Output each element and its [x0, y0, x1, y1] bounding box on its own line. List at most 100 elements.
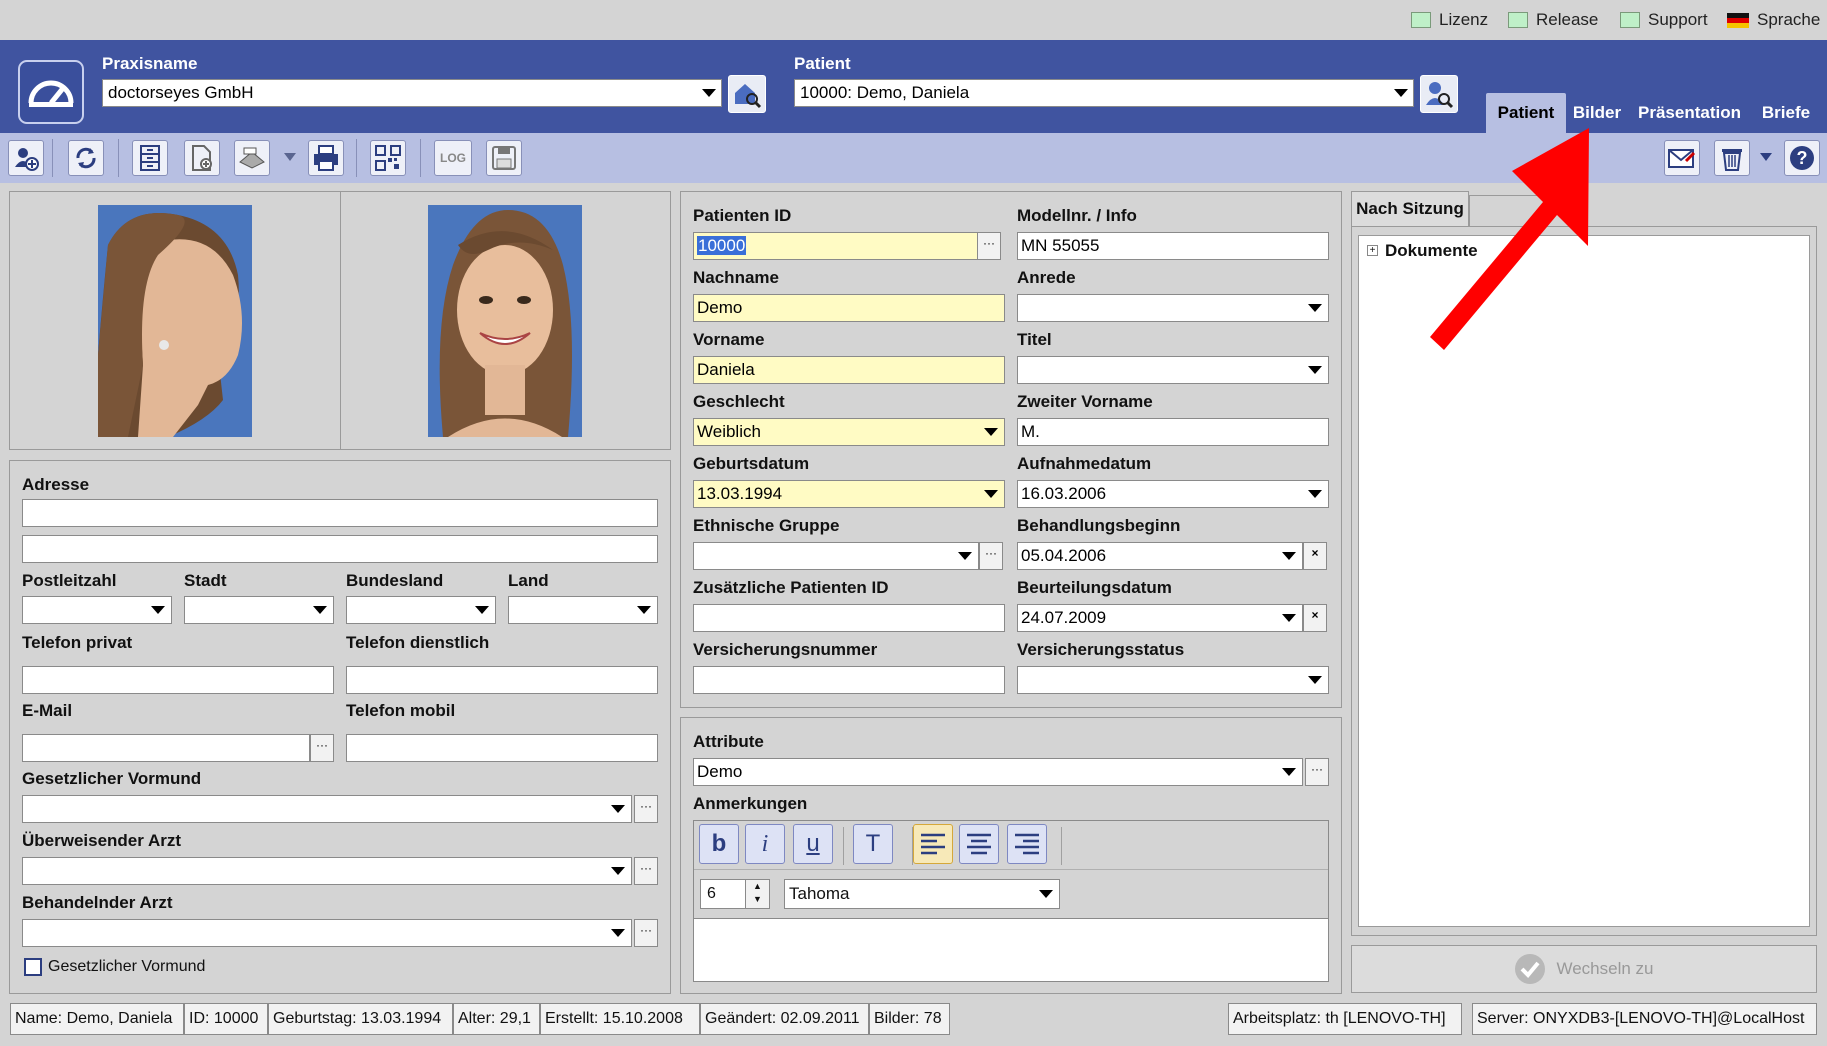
guardian-checkbox[interactable] — [24, 958, 42, 976]
practice-name-label: Praxisname — [102, 54, 198, 73]
font-size-spinner[interactable]: 6 ▲ ▼ — [700, 879, 770, 909]
refresh-icon — [76, 147, 96, 169]
trash-button[interactable] — [1714, 140, 1750, 176]
language-link[interactable]: Sprache — [1727, 9, 1820, 31]
assessment-date-picker[interactable]: 24.07.2009 — [1017, 604, 1303, 632]
treatment-start-picker[interactable]: 05.04.2006 — [1017, 542, 1303, 570]
patient-form-panel: Patienten ID 10000 ··· Modellnr. / Info … — [680, 191, 1342, 708]
patient-select[interactable]: 10000: Demo, Daniela — [794, 79, 1414, 107]
guardian-select[interactable] — [22, 795, 632, 823]
patient-id-field[interactable]: 10000 — [693, 232, 989, 260]
file-cabinet-button[interactable] — [132, 140, 168, 176]
chevron-down-icon — [632, 598, 656, 622]
add-patient-button[interactable] — [8, 140, 44, 176]
help-button[interactable]: ? — [1784, 140, 1820, 176]
title-select[interactable] — [1017, 356, 1329, 384]
status-created: Erstellt: 15.10.2008 — [540, 1003, 700, 1035]
ethnic-group-more-button[interactable]: ··· — [979, 542, 1003, 570]
title-label: Titel — [1017, 330, 1052, 349]
bold-button[interactable]: b — [699, 824, 739, 864]
status-workplace: Arbeitsplatz: th [LENOVO-TH] — [1228, 1003, 1462, 1035]
house-search-icon — [735, 84, 762, 109]
underline-button[interactable]: u — [793, 824, 833, 864]
trash-dropdown-icon[interactable] — [1760, 153, 1772, 161]
practice-select[interactable]: doctorseyes GmbH — [102, 79, 722, 107]
address-line-1[interactable] — [22, 499, 658, 527]
chevron-down-icon — [1034, 882, 1058, 906]
phone-mobile-field[interactable] — [346, 734, 658, 762]
status-birthday: Geburtstag: 13.03.1994 — [268, 1003, 453, 1035]
print-button[interactable] — [308, 140, 344, 176]
release-link[interactable]: Release — [1508, 9, 1598, 31]
additional-id-field[interactable] — [693, 604, 1005, 632]
attribute-select[interactable]: Demo — [693, 758, 1303, 786]
birthdate-label: Geburtsdatum — [693, 454, 810, 473]
firstname-field[interactable]: Daniela — [693, 356, 1005, 384]
country-select[interactable] — [508, 596, 658, 624]
tab-briefe[interactable]: Briefe — [1751, 93, 1821, 133]
italic-button[interactable]: i — [745, 824, 785, 864]
postal-code-label: Postleitzahl — [22, 571, 117, 590]
phone-work-field[interactable] — [346, 666, 658, 694]
treating-doctor-more-button[interactable]: ··· — [634, 919, 658, 947]
german-flag-icon — [1727, 12, 1749, 28]
birthdate-picker[interactable]: 13.03.1994 — [693, 480, 1005, 508]
floppy-disk-icon — [492, 146, 516, 170]
scan-dropdown-icon[interactable] — [284, 153, 296, 161]
city-select[interactable] — [184, 596, 334, 624]
model-info-field[interactable]: MN 55055 — [1017, 232, 1329, 260]
new-document-button[interactable] — [184, 140, 220, 176]
font-name-select[interactable]: Tahoma — [784, 879, 1060, 909]
ethnic-group-select[interactable] — [693, 542, 979, 570]
email-button[interactable] — [1664, 140, 1700, 176]
mail-edit-icon — [1668, 149, 1696, 168]
email-field[interactable] — [22, 734, 310, 762]
save-button[interactable] — [486, 140, 522, 176]
clear-assessment-date-button[interactable]: × — [1303, 604, 1327, 632]
qr-code-button[interactable] — [370, 140, 406, 176]
checkmark-icon — [1515, 954, 1546, 984]
frontal-photo[interactable] — [428, 205, 582, 437]
referring-doctor-select[interactable] — [22, 857, 632, 885]
support-link[interactable]: Support — [1620, 9, 1708, 31]
gender-select[interactable]: Weiblich — [693, 418, 1005, 446]
lastname-field[interactable]: Demo — [693, 294, 1005, 322]
license-link[interactable]: Lizenz — [1411, 9, 1488, 31]
postal-code-select[interactable] — [22, 596, 172, 624]
status-age: Alter: 29,1 — [453, 1003, 540, 1035]
trash-icon — [1722, 149, 1742, 171]
align-right-button[interactable] — [1007, 824, 1047, 864]
practice-search-button[interactable] — [728, 75, 766, 113]
admission-date-picker[interactable]: 16.03.2006 — [1017, 480, 1329, 508]
switch-to-button[interactable]: Wechseln zu — [1351, 945, 1817, 993]
referring-doctor-more-button[interactable]: ··· — [634, 857, 658, 885]
expand-icon[interactable]: + — [1367, 245, 1378, 256]
spinner-arrows-icon[interactable]: ▲ ▼ — [745, 880, 769, 908]
phone-private-field[interactable] — [22, 666, 334, 694]
help-icon: ? — [1790, 146, 1814, 170]
guardian-more-button[interactable]: ··· — [634, 795, 658, 823]
align-left-button[interactable] — [913, 824, 953, 864]
gender-label: Geschlecht — [693, 392, 785, 411]
attribute-more-button[interactable]: ··· — [1305, 758, 1329, 786]
patient-id-more-button[interactable]: ··· — [977, 232, 1001, 260]
treating-doctor-select[interactable] — [22, 919, 632, 947]
text-color-button[interactable]: T — [853, 824, 893, 864]
patient-search-button[interactable] — [1420, 75, 1458, 113]
middle-name-field[interactable]: M. — [1017, 418, 1329, 446]
address-line-2[interactable] — [22, 535, 658, 563]
scan-button[interactable] — [234, 140, 270, 176]
state-select[interactable] — [346, 596, 496, 624]
log-button[interactable]: LOG — [434, 140, 472, 176]
tab-praesentation[interactable]: Präsentation — [1628, 93, 1751, 133]
email-more-button[interactable]: ··· — [310, 734, 334, 762]
insurance-status-select[interactable] — [1017, 666, 1329, 694]
align-center-button[interactable] — [959, 824, 999, 864]
profile-photo[interactable] — [98, 205, 252, 437]
insurance-number-field[interactable] — [693, 666, 1005, 694]
clear-treatment-start-button[interactable]: × — [1303, 542, 1327, 570]
patient-label: Patient — [794, 54, 851, 73]
salutation-select[interactable] — [1017, 294, 1329, 322]
status-modified: Geändert: 02.09.2011 — [700, 1003, 869, 1035]
refresh-button[interactable] — [68, 140, 104, 176]
